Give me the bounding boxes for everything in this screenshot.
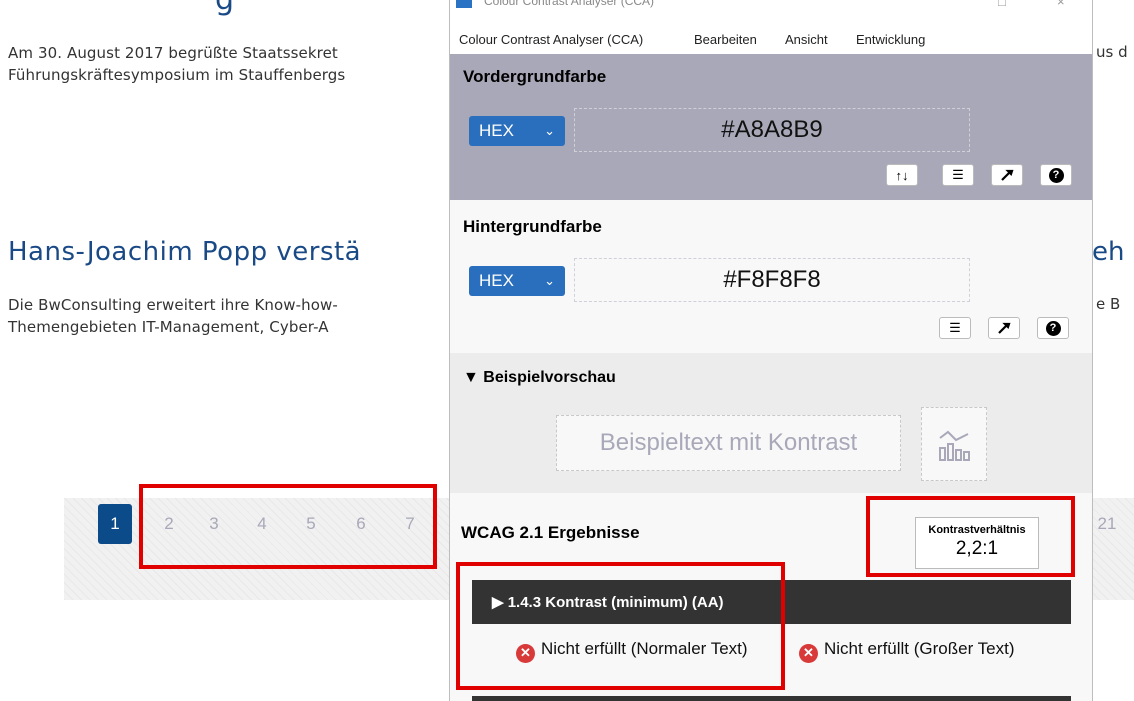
foreground-label: Vordergrundfarbe <box>463 67 607 86</box>
page-button-3[interactable]: 3 <box>197 504 231 544</box>
background-color-section: Hintergrundfarbe HEX ⌄ #F8F8F8 ☰ ? <box>450 200 1092 353</box>
criterion-1-4-3-toggle[interactable]: ▶ 1.4.3 Kontrast (minimum) (AA) <box>472 580 1071 624</box>
background-format-value: HEX <box>479 271 514 290</box>
page-button-6[interactable]: 6 <box>344 504 378 544</box>
news-paragraph-2-line-1: Die BwConsulting erweitert ihre Know-how… <box>8 294 338 316</box>
next-criterion-bar[interactable] <box>472 696 1071 701</box>
chevron-down-icon: ⌄ <box>544 123 555 138</box>
sliders-icon: ☰ <box>952 167 964 182</box>
menu-item-app[interactable]: Colour Contrast Analyser (CCA) <box>459 32 643 47</box>
contrast-ratio-box: Kontrastverhältnis 2,2:1 <box>915 517 1039 569</box>
background-help-button[interactable]: ? <box>1037 317 1069 339</box>
foreground-help-button[interactable]: ? <box>1040 164 1072 186</box>
result-large-text: ✕ Nicht erfüllt (Großer Text) <box>799 639 1015 663</box>
swap-icon: ↑↓ <box>895 167 909 183</box>
background-sliders-button[interactable]: ☰ <box>939 317 971 339</box>
preview-sample-text: Beispieltext mit Kontrast <box>556 415 901 471</box>
result-large-text-label: Nicht erfüllt (Großer Text) <box>824 639 1015 658</box>
news-paragraph-2-right-fragment: e B <box>1096 295 1121 313</box>
chart-icon <box>939 430 970 461</box>
cca-menubar: Colour Contrast Analyser (CCA) Bearbeite… <box>450 8 1092 54</box>
sliders-icon: ☰ <box>949 320 961 335</box>
news-paragraph-2-line-1-text: Die BwConsulting erweitert ihre Know-how… <box>8 296 338 314</box>
result-normal-text: ✕ Nicht erfüllt (Normaler Text) <box>516 639 786 663</box>
fail-icon: ✕ <box>516 643 535 663</box>
news-paragraph-2-line-2-text: Themengebieten IT-Management, Cyber-A <box>8 318 329 336</box>
page-heading-fragment: g <box>215 0 234 17</box>
preview-toggle[interactable]: ▼ Beispielvorschau <box>463 369 616 387</box>
cca-window: Colour Contrast Analyser (CCA) □ × Colou… <box>449 0 1093 701</box>
result-normal-text-label: Nicht erfüllt (Normaler Text) <box>541 639 748 658</box>
page-button-5[interactable]: 5 <box>294 504 328 544</box>
foreground-format-select[interactable]: HEX ⌄ <box>469 116 565 146</box>
swap-colors-button[interactable]: ↑↓ <box>886 164 918 186</box>
news-heading-2-right-fragment: eh <box>1092 237 1125 267</box>
cca-titlebar: Colour Contrast Analyser (CCA) □ × <box>450 0 1092 12</box>
news-paragraph-1-line-2: Führungskräftesymposium im Stauffenbergs <box>8 64 345 86</box>
background-hex-input[interactable]: #F8F8F8 <box>574 258 970 302</box>
fail-icon: ✕ <box>799 643 818 663</box>
news-paragraph-2-line-2: Themengebieten IT-Management, Cyber-A <box>8 316 329 338</box>
help-icon: ? <box>1048 167 1064 183</box>
foreground-sliders-button[interactable]: ☰ <box>942 164 974 186</box>
preview-chart-button[interactable] <box>921 407 987 481</box>
menu-item-entwicklung[interactable]: Entwicklung <box>856 32 925 47</box>
background-eyedropper-button[interactable] <box>988 317 1020 339</box>
foreground-color-section: Vordergrundfarbe HEX ⌄ #A8A8B9 ↑↓ ☰ ? <box>450 54 1092 200</box>
menu-item-bearbeiten[interactable]: Bearbeiten <box>694 32 757 47</box>
page-button-21[interactable]: 21 <box>1090 504 1124 544</box>
foreground-hex-input[interactable]: #A8A8B9 <box>574 108 970 152</box>
eyedropper-icon <box>998 322 1011 334</box>
preview-section: ▼ Beispielvorschau Beispieltext mit Kont… <box>450 353 1092 493</box>
cca-window-title: Colour Contrast Analyser (CCA) <box>484 0 655 8</box>
chevron-down-icon: ⌄ <box>544 273 555 288</box>
background-format-select[interactable]: HEX ⌄ <box>469 266 565 296</box>
page-button-1[interactable]: 1 <box>98 504 132 544</box>
background-label: Hintergrundfarbe <box>463 217 602 236</box>
news-paragraph-1-line-1: Am 30. August 2017 begrüßte Staatssekret <box>8 42 338 64</box>
news-paragraph-1-right-fragment: us d <box>1096 43 1128 61</box>
news-paragraph-1-line-2-text: Führungskräftesymposium im Stauffenbergs <box>8 66 346 84</box>
page-button-7[interactable]: 7 <box>393 504 427 544</box>
contrast-ratio-value: 2,2:1 <box>955 538 999 559</box>
news-paragraph-1-line-1-text: Am 30. August 2017 begrüßte Staatssekret <box>8 44 338 62</box>
foreground-format-value: HEX <box>479 121 514 140</box>
menu-item-ansicht[interactable]: Ansicht <box>785 32 828 47</box>
results-title: WCAG 2.1 Ergebnisse <box>461 523 640 542</box>
eyedropper-icon <box>1001 169 1014 181</box>
help-icon: ? <box>1045 320 1061 336</box>
news-heading-2[interactable]: Hans-Joachim Popp verstä <box>8 237 361 267</box>
page-button-4[interactable]: 4 <box>245 504 279 544</box>
results-section: WCAG 2.1 Ergebnisse Kontrastverhältnis 2… <box>450 493 1092 701</box>
page-button-2[interactable]: 2 <box>152 504 186 544</box>
contrast-ratio-label: Kontrastverhältnis <box>928 524 1026 536</box>
foreground-eyedropper-button[interactable] <box>991 164 1023 186</box>
